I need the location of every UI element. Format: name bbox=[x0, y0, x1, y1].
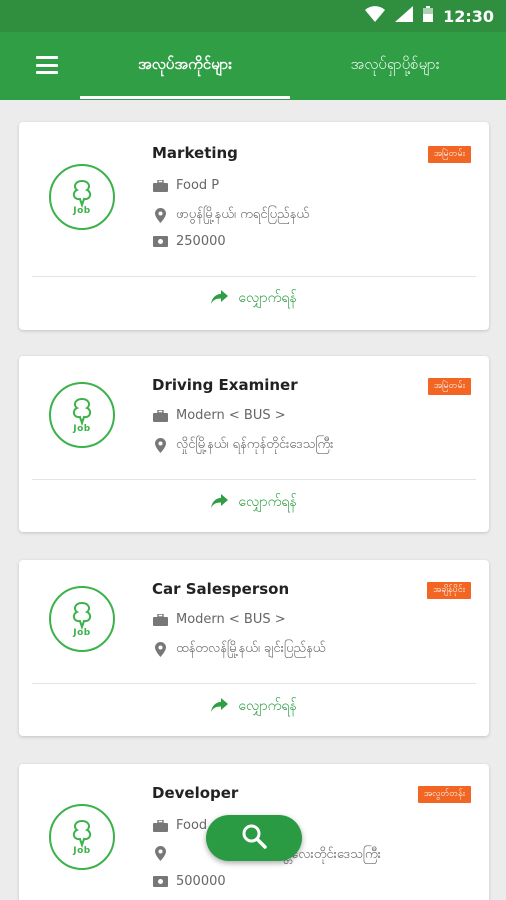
location-pin-row bbox=[152, 846, 168, 861]
salary-row: 500000 bbox=[152, 874, 226, 889]
job-card[interactable]: Job Car Salesperson အချိန်ပိုင်း Modern … bbox=[19, 560, 489, 736]
company-row: Modern < BUS > bbox=[152, 612, 286, 627]
tab-jobs[interactable]: အလုပ်အကိုင်များ bbox=[80, 32, 290, 100]
apply-button[interactable]: လျှောက်ရန် bbox=[19, 288, 489, 309]
menu-icon[interactable] bbox=[36, 56, 58, 74]
card-divider bbox=[32, 683, 476, 684]
apply-button[interactable]: လျှောက်ရန် bbox=[19, 492, 489, 513]
signal-icon bbox=[395, 6, 414, 26]
job-type-badge: အလွတ်တန်း bbox=[417, 786, 471, 803]
tab-indicator bbox=[80, 96, 290, 99]
apply-label: လျှောက်ရန် bbox=[238, 494, 297, 510]
search-button[interactable] bbox=[206, 815, 302, 861]
money-icon bbox=[152, 236, 168, 247]
search-icon bbox=[241, 823, 267, 853]
location-pin-icon bbox=[152, 208, 168, 223]
job-title[interactable]: Developer bbox=[152, 784, 238, 802]
apply-label: လျှောက်ရန် bbox=[238, 290, 297, 306]
company-logo: Job bbox=[49, 804, 115, 870]
card-divider bbox=[32, 479, 476, 480]
company-name: Modern < BUS > bbox=[176, 408, 286, 423]
job-list[interactable]: Job Marketing အမြဲတမ်း Food P ဖာပွန်မြို… bbox=[0, 100, 506, 900]
apply-label: လျှောက်ရန် bbox=[238, 698, 297, 714]
company-name: Food P bbox=[176, 178, 220, 193]
company-name: Modern < BUS > bbox=[176, 612, 286, 627]
company-logo: Job bbox=[49, 164, 115, 230]
location-row: ဖာပွန်မြို့နယ်၊ ကရင်ပြည်နယ် bbox=[152, 206, 309, 225]
location-pin-icon bbox=[152, 846, 168, 861]
briefcase-icon bbox=[152, 409, 168, 422]
job-card[interactable]: Job Marketing အမြဲတမ်း Food P ဖာပွန်မြို… bbox=[19, 122, 489, 330]
share-arrow-icon bbox=[211, 289, 229, 308]
briefcase-icon bbox=[152, 613, 168, 626]
job-type-badge: အချိန်ပိုင်း bbox=[427, 582, 471, 599]
share-arrow-icon bbox=[211, 697, 229, 716]
app-bar: အလုပ်အကိုင်များ အလုပ်ရှာပို့စ်များ bbox=[0, 32, 506, 100]
job-title[interactable]: Marketing bbox=[152, 144, 238, 162]
salary-row: 250000 bbox=[152, 234, 226, 249]
battery-icon bbox=[423, 6, 434, 26]
company-row: Food bbox=[152, 818, 207, 833]
job-type-badge: အမြဲတမ်း bbox=[427, 378, 471, 395]
job-salary: 250000 bbox=[176, 234, 226, 249]
share-arrow-icon bbox=[211, 493, 229, 512]
company-logo: Job bbox=[49, 382, 115, 448]
job-location: ဖာပွန်မြို့နယ်၊ ကရင်ပြည်နယ် bbox=[176, 207, 309, 222]
job-salary: 500000 bbox=[176, 874, 226, 889]
status-time: 12:30 bbox=[443, 6, 494, 26]
job-type-badge: အမြဲတမ်း bbox=[427, 146, 471, 163]
location-pin-icon bbox=[152, 642, 168, 657]
job-title[interactable]: Car Salesperson bbox=[152, 580, 289, 598]
briefcase-icon bbox=[152, 179, 168, 192]
job-title[interactable]: Driving Examiner bbox=[152, 376, 298, 394]
card-divider bbox=[32, 276, 476, 277]
wifi-icon bbox=[365, 6, 386, 26]
company-row: Food P bbox=[152, 178, 219, 193]
job-location: ထန်တလန်မြို့နယ်၊ ချင်းပြည်နယ် bbox=[176, 641, 326, 656]
job-location: လှိုင်မြို့နယ်၊ ရန်ကုန်တိုင်းဒေသကြီး bbox=[176, 437, 334, 452]
job-card[interactable]: Job Driving Examiner အမြဲတမ်း Modern < B… bbox=[19, 356, 489, 532]
apply-button[interactable]: လျှောက်ရန် bbox=[19, 696, 489, 717]
location-row: လှိုင်မြို့နယ်၊ ရန်ကုန်တိုင်းဒေသကြီး bbox=[152, 436, 333, 455]
tab-job-posts[interactable]: အလုပ်ရှာပို့စ်များ bbox=[300, 32, 490, 100]
location-pin-icon bbox=[152, 438, 168, 453]
briefcase-icon bbox=[152, 819, 168, 832]
company-logo: Job bbox=[49, 586, 115, 652]
company-row: Modern < BUS > bbox=[152, 408, 286, 423]
status-bar: 12:30 bbox=[0, 0, 506, 32]
location-row: ထန်တလန်မြို့နယ်၊ ချင်းပြည်နယ် bbox=[152, 640, 325, 659]
company-name: Food bbox=[176, 818, 208, 833]
money-icon bbox=[152, 876, 168, 887]
